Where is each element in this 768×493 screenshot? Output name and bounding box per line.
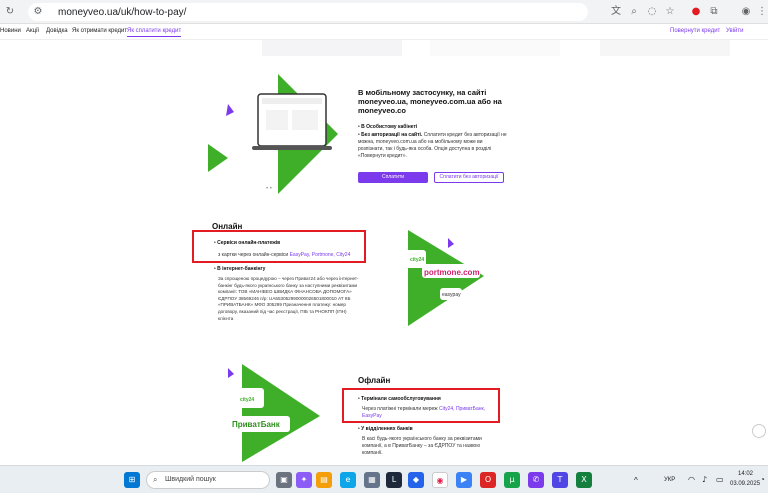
site-info-icon[interactable]: ⚙ <box>32 6 44 18</box>
online-services-prefix: з картки через онлайн-сервіси <box>218 252 289 258</box>
bookmark-star-icon[interactable]: ☆ <box>664 6 676 18</box>
city24-logo-offline: city24 <box>240 397 255 403</box>
offline-title: Офлайн <box>358 376 391 385</box>
menu-icon[interactable]: ⋮ <box>756 6 768 18</box>
nav-how-to-get[interactable]: Як отримати кредит <box>72 28 127 34</box>
taskbar-search[interactable]: ⌕ Швидкий пошук <box>146 471 270 489</box>
purple-triangle-shape <box>448 238 454 248</box>
windows-start-icon[interactable]: ⊞ <box>124 472 140 488</box>
green-triangle-shape <box>242 364 320 462</box>
banner-card <box>262 40 402 56</box>
screen-card-shape <box>266 110 288 130</box>
online-services-links[interactable]: EasyPay, Portmone, City24 <box>290 252 351 258</box>
online-item-banking-label: В інтернет-банкінгу <box>217 266 266 272</box>
utorrent-icon[interactable]: μ <box>504 472 520 488</box>
chrome-icon[interactable]: ◉ <box>432 472 448 488</box>
online-item-banking: • В інтернет-банкінгу <box>214 266 266 272</box>
clock-date[interactable]: 03.09.2025 <box>730 481 760 487</box>
nav-news[interactable]: Новини <box>0 28 21 34</box>
offline-item-terminals: • Термінали самообслуговування <box>358 396 441 402</box>
app-bullet-cabinet-label: В Особистому кабінеті <box>361 124 418 130</box>
browser-toolbar: ↻ ⚙ moneyveo.ua/uk/how-to-pay/ 文 ⌕ ◌ ☆ ●… <box>0 0 768 24</box>
wifi-icon[interactable]: ◠ <box>688 475 695 484</box>
eye-off-icon[interactable]: ◌ <box>646 6 658 18</box>
clock-time[interactable]: 14:02 <box>738 471 753 477</box>
search-placeholder: Швидкий пошук <box>165 476 216 483</box>
extension-icon[interactable]: ● <box>690 6 702 18</box>
translate-icon[interactable]: 文 <box>610 6 622 18</box>
copilot-icon[interactable]: ✦ <box>296 472 312 488</box>
offline-banks-text: В касі будь-якого українського банку за … <box>362 436 482 456</box>
online-item-services: • Сервіси онлайн-платежів <box>214 240 281 246</box>
online-services-text: з картки через онлайн-сервіси EasyPay, P… <box>218 252 368 259</box>
nav-promos[interactable]: Акції <box>26 28 39 34</box>
edge-icon[interactable]: e <box>340 472 356 488</box>
app-bullet-noauth-label: Без авторизації на сайті. <box>361 132 423 138</box>
offline-terminals-text: Через платіжні термінали мереж City24, П… <box>362 406 496 420</box>
app-l-icon[interactable]: L <box>386 472 402 488</box>
zoom-icon[interactable]: ⌕ <box>628 6 640 18</box>
banner-card <box>600 40 730 56</box>
app-bullet-cabinet: • В Особистому кабінеті <box>358 124 418 130</box>
viber-icon[interactable]: ✆ <box>528 472 544 488</box>
opera-icon[interactable]: O <box>480 472 496 488</box>
teams-icon[interactable]: T <box>552 472 568 488</box>
search-icon: ⌕ <box>153 475 158 484</box>
volume-icon[interactable]: ♪ <box>702 475 707 484</box>
screen-card-shape <box>292 110 318 130</box>
battery-icon[interactable]: ▭ <box>716 475 724 484</box>
app-icon[interactable]: ▶ <box>456 472 472 488</box>
offline-item-terminals-label: Термінали самообслуговування <box>361 396 441 402</box>
carousel-dots[interactable]: • • <box>266 186 272 192</box>
offline-illustration <box>224 364 320 462</box>
file-explorer-icon[interactable]: ▤ <box>316 472 332 488</box>
excel-icon[interactable]: X <box>576 472 592 488</box>
chat-widget-icon[interactable] <box>752 424 766 438</box>
green-triangle-shape <box>208 144 228 172</box>
screen-header-shape <box>262 98 322 104</box>
app-section-title: В мобільному застосунку, на сайті moneyv… <box>358 88 502 115</box>
pay-no-auth-button[interactable]: Сплатити без авторизації <box>434 172 504 183</box>
nav-login[interactable]: Увійти <box>726 28 743 34</box>
nav-help[interactable]: Довідка <box>46 28 68 34</box>
tray-chevron-icon[interactable]: ^ <box>634 476 638 485</box>
reload-icon[interactable]: ↻ <box>4 6 16 18</box>
offline-terminals-prefix: Через платіжні термінали мереж <box>362 406 438 412</box>
store-icon[interactable]: ▦ <box>364 472 380 488</box>
online-illustration <box>406 230 484 326</box>
purple-triangle-shape <box>228 368 234 378</box>
privatbank-logo: ПриватБанк <box>232 420 280 429</box>
app-illustration <box>208 74 338 194</box>
pay-button[interactable]: Сплатити <box>358 172 428 183</box>
page-content: • • В мобільному застосунку, на сайті mo… <box>0 40 768 465</box>
nav-repay[interactable]: Повернути кредит <box>670 28 720 34</box>
url-text: moneyveo.ua/uk/how-to-pay/ <box>58 7 187 18</box>
purple-triangle-shape <box>226 104 234 116</box>
extensions-puzzle-icon[interactable]: ⧉ <box>708 6 720 18</box>
site-nav: Новини Акції Довідка Як отримати кредит … <box>0 24 768 40</box>
address-bar[interactable]: ⚙ moneyveo.ua/uk/how-to-pay/ <box>28 3 588 21</box>
nav-how-to-pay[interactable]: Як сплатити кредит <box>127 28 182 37</box>
task-view-icon[interactable]: ▣ <box>276 472 292 488</box>
offline-item-banks-label: У відділеннях банків <box>361 426 413 432</box>
app-blue-icon[interactable]: ◆ <box>408 472 424 488</box>
keyboard-language[interactable]: УКР <box>664 477 675 483</box>
portmone-logo: portmone.com <box>424 268 480 277</box>
offline-item-banks: • У відділеннях банків <box>358 426 413 432</box>
profile-avatar-icon[interactable]: ◉ <box>740 6 752 18</box>
banner-card <box>430 40 560 56</box>
city24-logo: city24 <box>410 257 425 263</box>
taskbar: ⊞ ⌕ Швидкий пошук ▣ ✦ ▤ e ▦ L ◆ ◉ ▶ O μ … <box>0 465 768 493</box>
online-item-services-label: Сервіси онлайн-платежів <box>217 240 281 246</box>
app-bullet-noauth: • Без авторизації на сайті. Сплатити кре… <box>358 132 507 159</box>
notifications-icon[interactable]: ◔ <box>760 475 765 484</box>
online-banking-text: За спрощеною процедурою – через Приват24… <box>218 276 359 321</box>
laptop-base-shape <box>252 146 332 150</box>
easypay-logo: easypay <box>442 292 461 298</box>
